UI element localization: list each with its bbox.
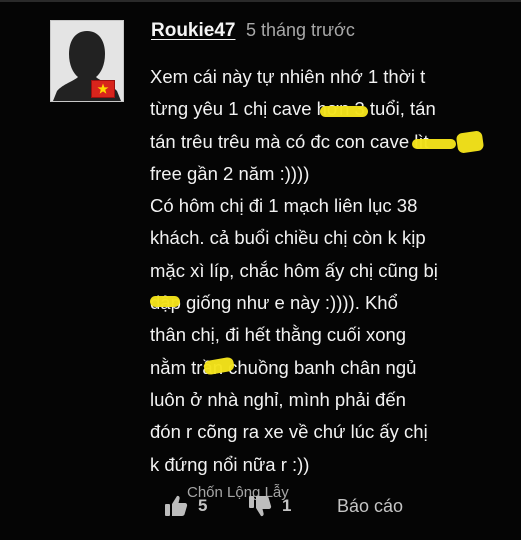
like-button[interactable] <box>164 494 188 523</box>
comment-header: Roukie47 5 tháng trước <box>151 20 355 42</box>
censor-highlight <box>455 130 485 154</box>
comment-line: dập giống như e này :)))). Khổ <box>150 292 398 314</box>
vietnam-flag-icon <box>91 80 115 98</box>
comment-line: k đứng nổi nữa r :)) <box>150 453 310 475</box>
censor-highlight <box>320 106 368 117</box>
dislike-button[interactable] <box>248 494 272 523</box>
comment-timestamp: 5 tháng trước <box>245 20 355 40</box>
comment-line: thân chị, đi hết thằng cuối xong <box>150 324 407 346</box>
comment-body: Xem cái này tự nhiên nhớ 1 thời t từng y… <box>150 61 505 481</box>
like-count: 5 <box>198 496 208 515</box>
comment-line: khách. cả buổi chiều chị còn k kịp <box>150 227 426 249</box>
censor-highlight <box>412 139 456 149</box>
top-border <box>0 0 521 2</box>
comment-line: luôn ở nhà nghỉ, mình phải đến <box>150 388 406 410</box>
dislike-count: 1 <box>282 496 292 515</box>
comment-line: mặc xì líp, chắc hôm ấy chị cũng bị <box>150 259 438 281</box>
report-link[interactable]: Báo cáo <box>337 496 403 517</box>
thumbs-down-icon <box>249 496 272 517</box>
comment-line: Có hôm chị đi 1 mạch liên lục 38 <box>150 195 418 217</box>
comment-line: Xem cái này tự nhiên nhớ 1 thời t <box>150 66 426 87</box>
comment-line: đón r cõng ra xe về chứ lúc ấy chị <box>150 421 428 443</box>
thumbs-up-icon <box>165 495 188 516</box>
username-link[interactable]: Roukie47 <box>151 20 235 41</box>
comment-line: free gần 2 năm :)))) <box>150 162 310 184</box>
censor-highlight <box>150 296 180 307</box>
